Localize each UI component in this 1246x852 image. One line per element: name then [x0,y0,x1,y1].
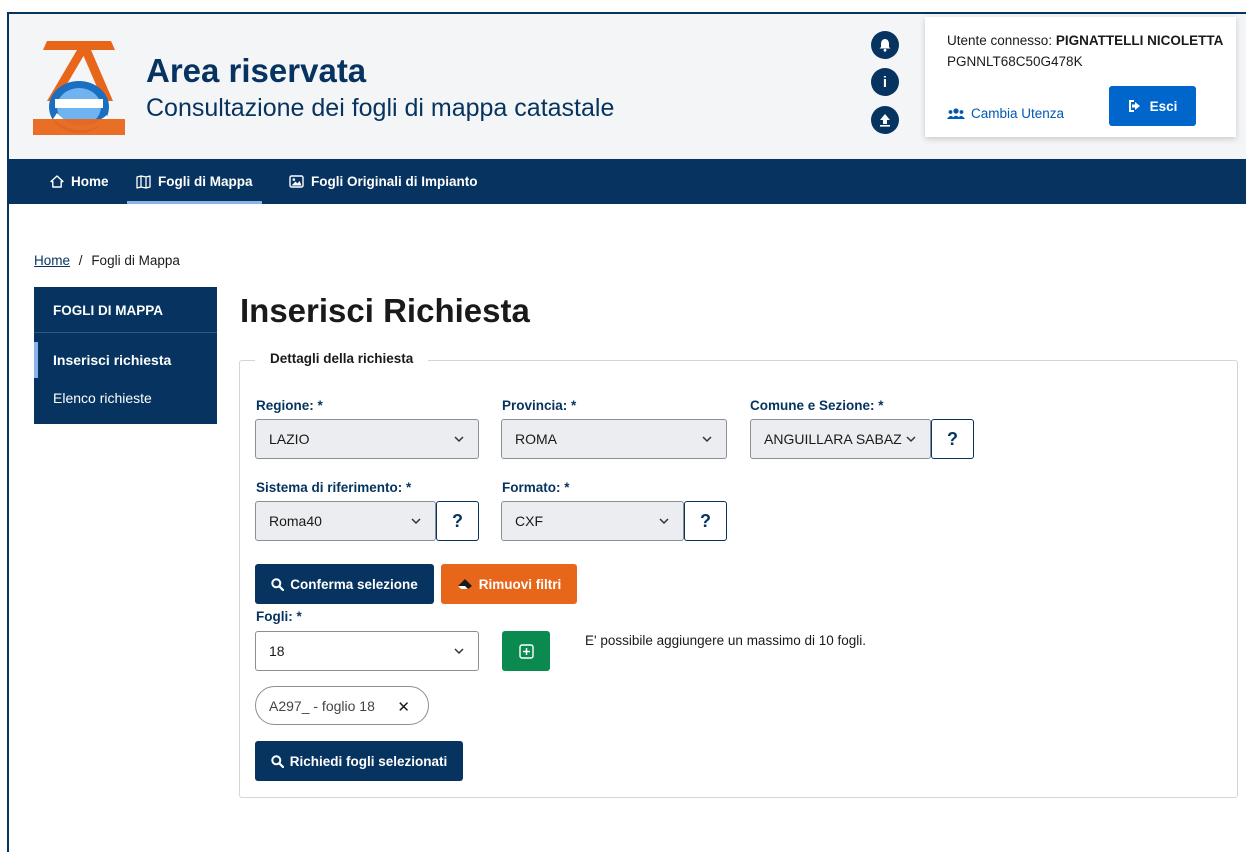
fogli-label: Fogli: * [256,609,302,624]
fieldset-legend: Dettagli della richiesta [255,351,429,366]
regione-label: Regione: * [256,398,323,413]
provincia-value: ROMA [515,431,557,447]
regione-value: LAZIO [269,431,310,447]
breadcrumb-current: Fogli di Mappa [91,253,180,268]
add-foglio-button[interactable] [502,631,550,671]
provincia-label: Provincia: * [502,398,577,413]
image-icon [289,175,304,188]
bell-icon[interactable] [871,31,899,59]
search-icon [271,754,284,768]
nav-home-label: Home [71,174,109,189]
selected-foglio-chip: A297_ - foglio 18 ✕ [255,686,429,725]
sistema-label: Sistema di riferimento: * [256,480,412,495]
confirm-selection-label: Conferma selezione [290,576,418,592]
sidebar-item-inserisci-richiesta[interactable]: Inserisci richiesta [34,342,217,378]
plus-square-icon [518,643,534,659]
home-icon [50,175,64,188]
confirm-selection-button[interactable]: Conferma selezione [255,564,434,604]
nav-fogli-di-mappa[interactable]: Fogli di Mappa [127,159,262,204]
comune-label: Comune e Sezione: * [750,398,884,413]
nav-home[interactable]: Home [50,159,109,204]
nav-originali-label: Fogli Originali di Impianto [311,174,478,189]
regione-select[interactable]: LAZIO [255,419,479,459]
map-icon [136,174,151,189]
breadcrumb-separator: / [78,253,83,268]
provincia-select[interactable]: ROMA [501,419,727,459]
user-connected-prefix: Utente connesso: [947,33,1053,48]
fogli-value: 18 [269,643,285,659]
sign-out-icon [1128,100,1140,112]
chevron-down-icon [905,433,917,445]
comune-help-button[interactable]: ? [931,419,974,459]
app-subtitle: Consultazione dei fogli di mappa catasta… [146,94,615,122]
info-icon[interactable]: i [871,68,899,96]
breadcrumb-home-link[interactable]: Home [34,253,70,268]
logout-label: Esci [1149,98,1178,114]
switch-user-label: Cambia Utenza [971,106,1065,121]
users-icon [947,107,965,119]
search-icon [271,577,285,591]
user-panel: Utente connesso: PIGNATTELLI NICOLETTA P… [925,17,1236,137]
remove-filters-label: Rimuovi filtri [478,576,562,592]
formato-select[interactable]: CXF [501,501,684,541]
breadcrumb: Home / Fogli di Mappa [34,253,180,268]
chevron-down-icon [702,436,712,443]
close-icon[interactable]: ✕ [397,698,410,716]
main-navbar: Home Fogli di Mappa Fogli Originali di I… [9,159,1246,204]
user-fiscal-code: PGNNLT68C50G478K [947,54,1083,69]
user-connected: Utente connesso: PIGNATTELLI NICOLETTA [947,33,1223,48]
sistema-help-button[interactable]: ? [436,501,479,541]
formato-help-button[interactable]: ? [684,501,727,541]
chevron-down-icon [659,518,669,525]
switch-user-link[interactable]: Cambia Utenza [947,106,1064,121]
formato-value: CXF [515,513,543,529]
sistema-value: Roma40 [269,513,322,529]
user-name: PIGNATTELLI NICOLETTA [1055,33,1224,48]
selected-foglio-label: A297_ - foglio 18 [269,697,375,714]
sidebar: FOGLI DI MAPPA Inserisci richiesta Elenc… [34,287,217,424]
nav-fogli-originali[interactable]: Fogli Originali di Impianto [289,159,478,204]
chevron-down-icon [454,436,464,443]
app-title: Area riservata [146,52,367,89]
eraser-icon [457,579,472,589]
sistema-select[interactable]: Roma40 [255,501,436,541]
comune-value: ANGUILLARA SABAZIO [764,431,903,447]
nav-fogli-label: Fogli di Mappa [158,174,253,189]
page-title: Inserisci Richiesta [240,292,530,329]
max-fogli-hint: E' possibile aggiungere un massimo di 10… [585,633,866,648]
request-selected-fogli-button[interactable]: Richiedi fogli selezionati [255,741,463,781]
logout-button[interactable]: Esci [1109,86,1196,126]
chevron-down-icon [454,648,464,655]
remove-filters-button[interactable]: Rimuovi filtri [441,564,577,604]
formato-label: Formato: * [502,480,570,495]
sidebar-heading: FOGLI DI MAPPA [34,287,217,333]
agenzia-entrate-logo [33,41,125,135]
chevron-down-icon [411,518,421,525]
comune-select[interactable]: ANGUILLARA SABAZIO [750,419,931,459]
sidebar-item-elenco-richieste[interactable]: Elenco richieste [34,380,217,416]
upload-icon[interactable] [871,106,899,134]
fogli-select[interactable]: 18 [255,631,479,671]
request-selected-label: Richiedi fogli selezionati [289,753,448,769]
